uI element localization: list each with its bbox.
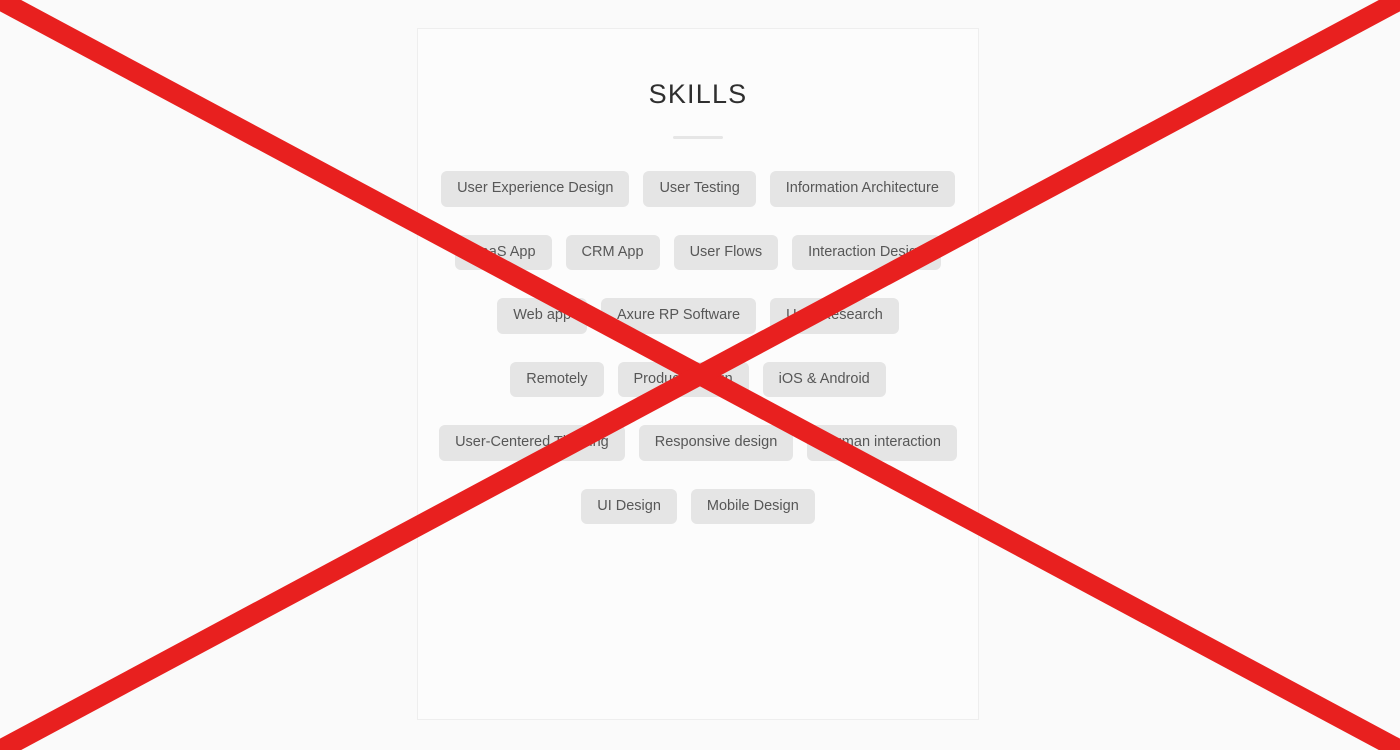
skill-tag[interactable]: User-Centered Thinking [439,425,625,461]
skill-tag[interactable]: Responsive design [638,425,794,461]
skill-tag[interactable]: iOS & Android [762,361,886,397]
skill-tag-group: Web app Axure RP Software User Research [438,298,958,334]
skill-tag[interactable]: Mobile Design [690,488,815,524]
skill-tag[interactable]: Human interaction [807,425,957,461]
skill-tag[interactable]: Information Architecture [769,171,955,207]
page-title: SKILLS [648,79,748,109]
skills-card: SKILLS User Experience Design User Testin… [417,28,979,720]
skill-tag[interactable]: Interaction Design [792,234,941,270]
skills-card-inner: SKILLS User Experience Design User Testin… [418,29,978,719]
skill-tag[interactable]: User Testing [643,171,756,207]
page-root: SKILLS User Experience Design User Testin… [0,0,1400,750]
skill-tag[interactable]: SaaS App [455,234,552,270]
skill-tag-group: User Experience Design User Testing Inform… [438,171,958,207]
skill-tag[interactable]: Axure RP Software [601,298,757,334]
skill-tag-groups: User Experience Design User Testing Inform… [438,171,958,524]
title-divider [673,136,723,139]
skill-tag-group: UI Design Mobile Design [438,488,958,524]
skill-tag-group: User-Centered Thinking Responsive design H… [438,425,958,461]
skill-tag[interactable]: User Experience Design [441,171,630,207]
skill-tag[interactable]: Remotely [510,361,604,397]
skill-tag[interactable]: User Research [770,298,899,334]
skill-tag[interactable]: UI Design [581,488,677,524]
skill-tag[interactable]: User Flows [673,234,779,270]
skill-tag[interactable]: CRM App [565,234,660,270]
skill-tag-group: Remotely Product Design iOS & Android [438,361,958,397]
skill-tag-group: SaaS App CRM App User Flows Interaction Des… [438,234,958,270]
skill-tag[interactable]: Web app [497,298,588,334]
skill-tag[interactable]: Product Design [617,361,749,397]
